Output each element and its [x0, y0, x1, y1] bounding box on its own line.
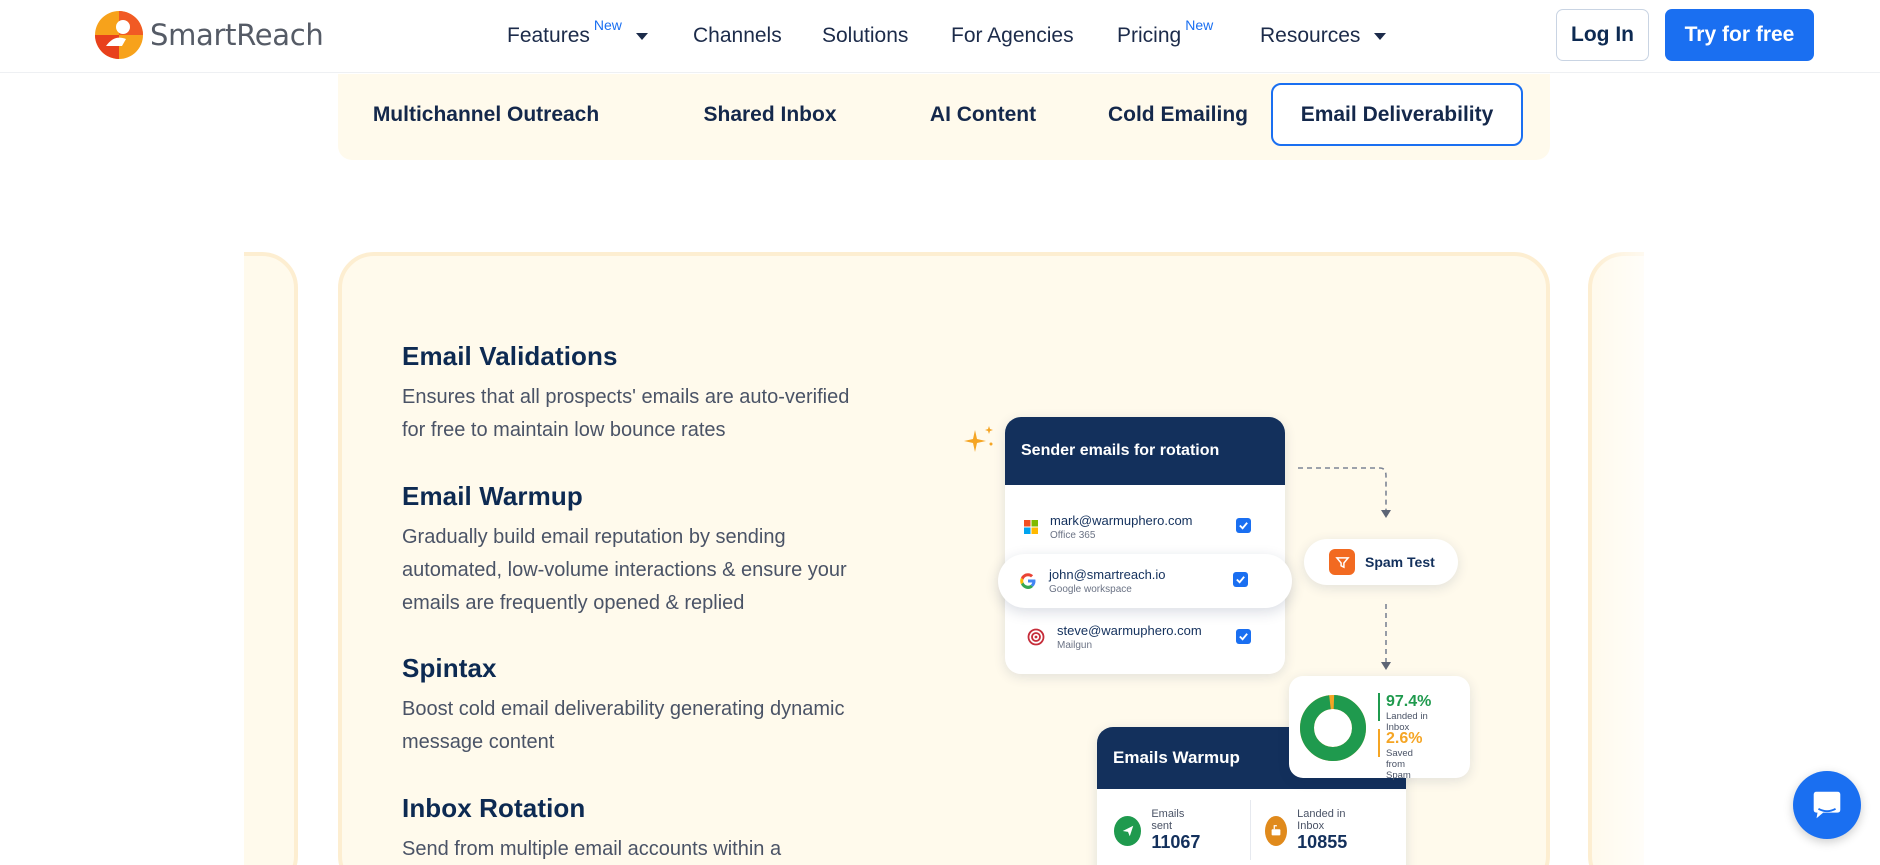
- feature-title: Spintax: [402, 653, 497, 683]
- tab-shared-inbox[interactable]: Shared Inbox: [686, 83, 854, 146]
- nav-features-label: Features: [507, 24, 590, 47]
- feature-title: Email Validations: [402, 341, 618, 371]
- nav-pricing[interactable]: Pricing New: [1117, 17, 1213, 48]
- brand-name: SmartReach: [150, 18, 324, 52]
- brand-logo[interactable]: SmartReach: [92, 8, 324, 62]
- emails-sent-label: Emails sent: [1151, 808, 1185, 832]
- inbox-stat: 97.4% Landed in Inbox: [1386, 693, 1431, 733]
- tab-ai-content[interactable]: AI Content: [908, 83, 1058, 146]
- left-fade-mask: [0, 240, 244, 865]
- feature-inbox-rotation: Inbox Rotation Send from multiple email …: [402, 793, 872, 865]
- feature-tabs: Multichannel Outreach Shared Inbox AI Co…: [338, 74, 1550, 160]
- spam-stat: 2.6% Saved from Spam: [1386, 730, 1422, 781]
- feature-description: Gradually build email reputation by send…: [402, 526, 847, 614]
- sender-email: john@smartreach.io: [1049, 567, 1166, 582]
- feature-description: Send from multiple email accounts within…: [402, 838, 782, 860]
- sender-email: steve@warmuphero.com: [1057, 623, 1202, 638]
- feature-title: Email Warmup: [402, 481, 583, 511]
- feature-email-validations: Email Validations Ensures that all prosp…: [402, 341, 872, 447]
- new-badge: New: [593, 17, 622, 33]
- nav-for-agencies-label: For Agencies: [951, 24, 1074, 47]
- sender-provider: Mailgun: [1057, 640, 1093, 651]
- new-badge: New: [1185, 17, 1214, 33]
- nav-channels-label: Channels: [693, 24, 782, 47]
- landed-inbox-stat: Landed in Inbox 10855: [1265, 808, 1355, 853]
- sender-email: mark@warmuphero.com: [1050, 513, 1193, 528]
- spam-percent: 2.6%: [1386, 730, 1423, 747]
- sender-checkbox: [1236, 518, 1251, 533]
- check-icon: [1239, 522, 1248, 530]
- sender-provider: Office 365: [1050, 530, 1096, 541]
- sender-row: steve@warmuphero.com Mailgun: [1027, 623, 1202, 651]
- chevron-down-icon: [1374, 32, 1387, 40]
- nav-solutions[interactable]: Solutions: [822, 24, 908, 48]
- spam-test-label: Spam Test: [1365, 554, 1435, 570]
- inbox-percent: 97.4%: [1386, 693, 1432, 710]
- right-gradient: [1590, 240, 1670, 865]
- nav-solutions-label: Solutions: [822, 24, 909, 47]
- nav-pricing-label: Pricing: [1117, 24, 1182, 47]
- sender-rotation-title: Sender emails for rotation: [1005, 417, 1285, 485]
- sender-row: mark@warmuphero.com Office 365: [1024, 513, 1193, 541]
- emails-sent-stat: Emails sent 11067: [1114, 808, 1203, 853]
- check-icon: [1239, 633, 1248, 641]
- filter-icon: [1329, 549, 1355, 575]
- spam-test-pill: Spam Test: [1304, 539, 1458, 585]
- send-icon: [1114, 815, 1142, 846]
- nav-channels[interactable]: Channels: [693, 24, 782, 48]
- mailbox-icon: [1265, 815, 1288, 846]
- spam-label: Saved from Spam: [1386, 748, 1413, 781]
- feature-title: Inbox Rotation: [402, 793, 586, 823]
- chat-bubble-icon: [1813, 791, 1841, 819]
- tab-multichannel-outreach[interactable]: Multichannel Outreach: [373, 83, 599, 146]
- sender-provider: Google workspace: [1049, 584, 1132, 595]
- microsoft-icon: [1024, 520, 1038, 534]
- chat-widget-button[interactable]: [1793, 771, 1861, 839]
- login-button[interactable]: Log In: [1556, 9, 1649, 61]
- inbox-donut-chart: [1300, 695, 1366, 761]
- spam-accent-bar: [1378, 729, 1380, 757]
- emails-sent-value: 11067: [1151, 832, 1201, 852]
- try-for-free-button[interactable]: Try for free: [1665, 9, 1814, 61]
- chevron-down-icon: [635, 32, 648, 40]
- landed-inbox-label: Landed in Inbox: [1297, 808, 1346, 832]
- right-fade-mask: [1644, 240, 1880, 865]
- nav-features[interactable]: Features New: [507, 17, 648, 48]
- tab-email-deliverability[interactable]: Email Deliverability: [1271, 83, 1523, 146]
- feature-email-warmup: Email Warmup Gradually build email reput…: [402, 481, 872, 620]
- mailgun-icon: [1027, 628, 1045, 646]
- check-icon: [1236, 576, 1245, 584]
- top-navbar: SmartReach Features New Channels Solutio…: [0, 0, 1880, 73]
- feature-description: Ensures that all prospects' emails are a…: [402, 386, 850, 441]
- feature-description: Boost cold email deliverability generati…: [402, 698, 845, 753]
- google-icon: [1020, 573, 1036, 589]
- inbox-accent-bar: [1378, 693, 1380, 721]
- sender-row: john@smartreach.io Google workspace: [1019, 567, 1166, 595]
- sender-checkbox: [1236, 629, 1251, 644]
- stat-divider: [1250, 800, 1251, 860]
- feature-spintax: Spintax Boost cold email deliverability …: [402, 653, 872, 759]
- donut-inbox-segment: [1300, 695, 1366, 761]
- nav-resources[interactable]: Resources: [1260, 24, 1387, 48]
- sender-checkbox: [1233, 572, 1248, 587]
- landed-inbox-value: 10855: [1297, 832, 1348, 852]
- nav-for-agencies[interactable]: For Agencies: [951, 24, 1074, 48]
- sparkle-icon: [964, 426, 993, 452]
- smartreach-logo-icon: [95, 11, 143, 59]
- tab-cold-emailing[interactable]: Cold Emailing: [1088, 83, 1268, 146]
- nav-resources-label: Resources: [1260, 24, 1361, 47]
